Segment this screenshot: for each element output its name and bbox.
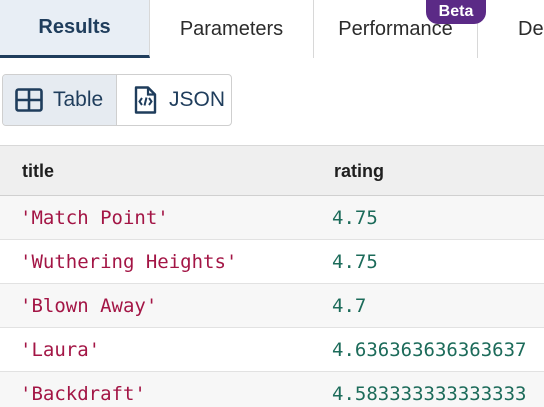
table-header: title rating <box>0 146 544 196</box>
json-view-label: JSON <box>169 88 226 111</box>
table-row: 'Laura' 4.636363636363637 <box>0 328 544 372</box>
tab-results-label: Results <box>38 16 111 38</box>
view-toggle: Table JSON <box>2 74 232 126</box>
table-row: 'Blown Away' 4.7 <box>0 284 544 328</box>
rating-cell: 4.75 <box>332 251 378 273</box>
tab-parameters-label: Parameters <box>179 17 284 40</box>
title-cell: 'Match Point' <box>20 207 169 229</box>
rating-cell: 4.7 <box>332 295 367 317</box>
json-view-button[interactable]: JSON <box>117 75 231 125</box>
table-row: 'Match Point' 4.75 <box>0 196 544 240</box>
table-view-button[interactable]: Table <box>3 75 117 125</box>
tab-details[interactable]: De <box>478 0 544 58</box>
rating-cell: 4.75 <box>332 207 378 229</box>
json-file-icon <box>129 84 161 116</box>
beta-badge: Beta <box>426 0 486 24</box>
rating-cell: 4.636363636363637 <box>332 339 527 361</box>
title-cell: 'Backdraft' <box>20 383 146 405</box>
table-grid-icon <box>13 84 45 116</box>
tab-bar: Results Parameters Performance De Beta <box>0 0 544 58</box>
table-body: 'Match Point' 4.75 'Wuthering Heights' 4… <box>0 196 544 407</box>
column-header-title[interactable]: title <box>22 146 54 196</box>
table-view-label: Table <box>53 88 104 111</box>
title-cell: 'Laura' <box>20 339 101 361</box>
tab-details-label: De <box>518 17 544 40</box>
tab-results[interactable]: Results <box>0 0 150 58</box>
table-row: 'Wuthering Heights' 4.75 <box>0 240 544 284</box>
table-row: 'Backdraft' 4.583333333333333 <box>0 372 544 407</box>
tab-parameters[interactable]: Parameters <box>150 0 314 58</box>
results-table: title rating 'Match Point' 4.75 'Wutheri… <box>0 145 544 407</box>
title-cell: 'Wuthering Heights' <box>20 251 238 273</box>
title-cell: 'Blown Away' <box>20 295 158 317</box>
rating-cell: 4.583333333333333 <box>332 383 527 405</box>
column-header-rating[interactable]: rating <box>334 146 384 196</box>
